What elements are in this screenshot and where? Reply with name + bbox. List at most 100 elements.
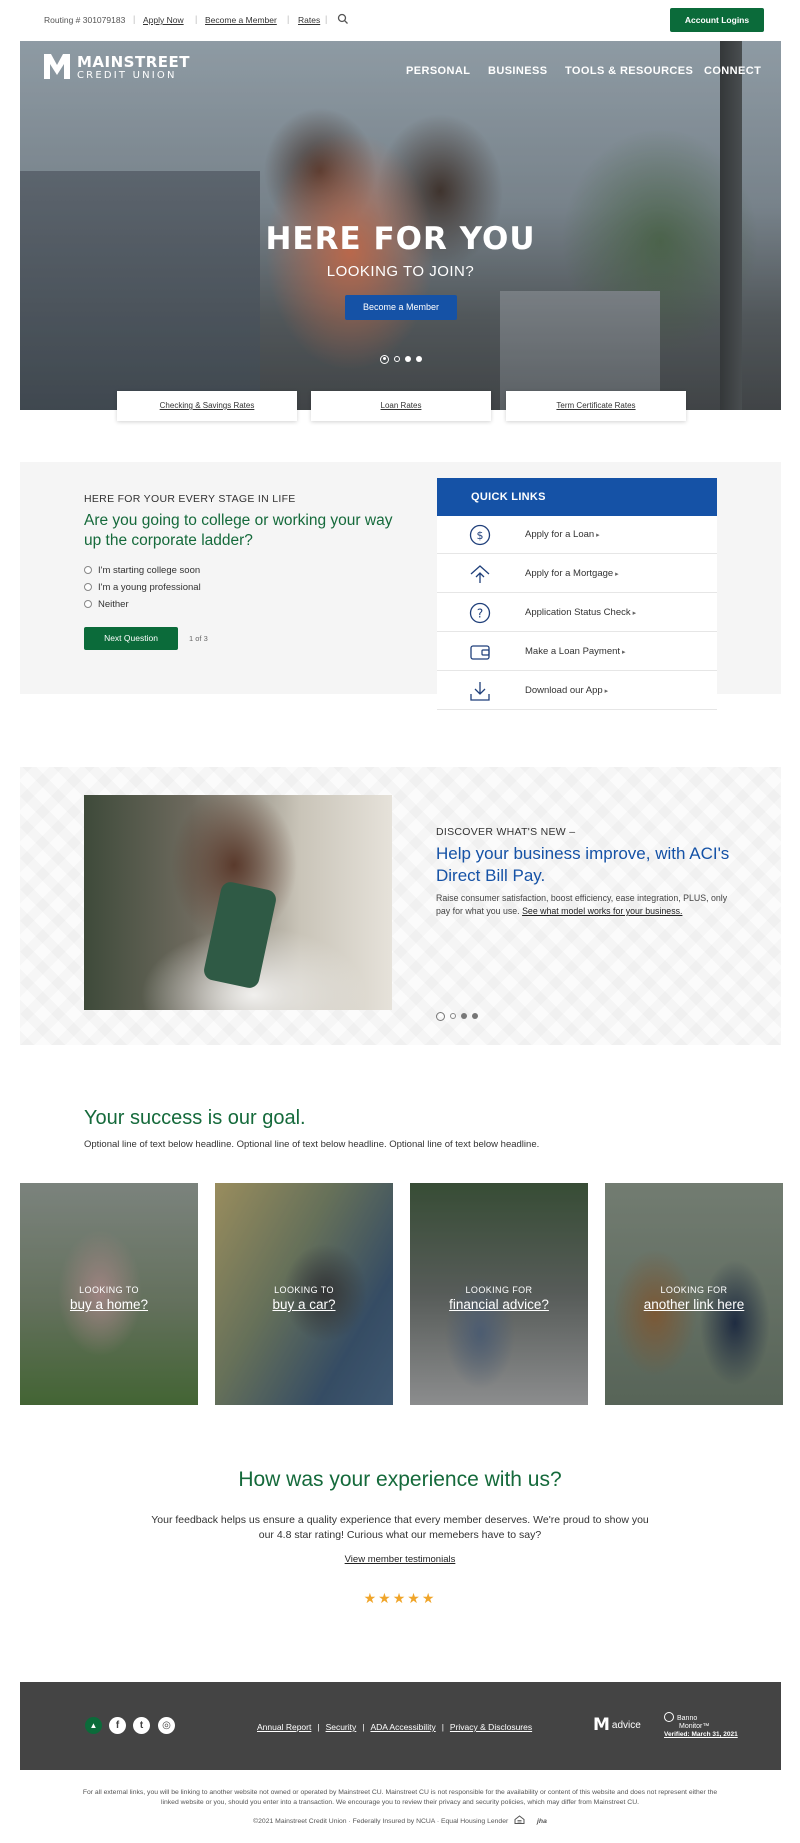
carousel-dot-3[interactable]: [461, 1013, 467, 1019]
woman-with-phone-photo: [84, 795, 392, 1010]
loan-rates-card[interactable]: Loan Rates: [311, 391, 491, 421]
tile-eyebrow: LOOKING TO: [79, 1285, 139, 1295]
quick-link-status-check[interactable]: ? Application Status Check: [437, 594, 717, 632]
discover-section: DISCOVER WHAT'S NEW – Help your business…: [20, 767, 781, 1045]
tile-link[interactable]: buy a car?: [215, 1297, 393, 1312]
footer-links: Annual Report | Security | ADA Accessibility…: [257, 1722, 532, 1732]
experience-body: Your feedback helps us ensure a quality …: [151, 1514, 649, 1541]
divider: |: [317, 1722, 320, 1732]
legal-text: ©2021 Mainstreet Credit Union · Federall…: [253, 1818, 509, 1825]
rates-link[interactable]: Rates: [298, 15, 320, 25]
quick-link-label: Application Status Check: [525, 607, 636, 618]
banno-monitor-badge[interactable]: Banno Monitor™ Verified: March 31, 2021: [664, 1712, 738, 1739]
quick-link-label: Apply for a Loan: [525, 529, 600, 540]
logo[interactable]: MAINSTREET CREDIT UNION: [42, 51, 192, 85]
quick-links-panel: QUICK LINKS $ Apply for a Loan Apply for…: [437, 478, 717, 710]
tile-buy-home[interactable]: LOOKING TO buy a home?: [20, 1183, 198, 1405]
discover-title: Help your business improve, with ACI's D…: [436, 844, 730, 885]
footer-bar: ▲ f t ◎ Annual Report | Security | ADA Acces…: [20, 1682, 781, 1770]
banno-shield-icon: [664, 1712, 674, 1722]
checking-savings-rates-card[interactable]: Checking & Savings Rates: [117, 391, 297, 421]
instagram-icon[interactable]: ◎: [158, 1717, 175, 1734]
carousel-dot-4[interactable]: [472, 1013, 478, 1019]
experience-title: How was your experience with us?: [238, 1468, 562, 1491]
banno-line2: Monitor™: [679, 1723, 710, 1730]
carousel-dot-4[interactable]: [416, 356, 422, 362]
equal-housing-icon: [514, 1815, 525, 1824]
privacy-disclosures-link[interactable]: Privacy & Disclosures: [450, 1722, 532, 1732]
apply-now-link[interactable]: Apply Now: [143, 15, 184, 25]
nav-tools-resources[interactable]: TOOLS & RESOURCES: [565, 65, 693, 77]
nav-connect[interactable]: CONNECT: [704, 65, 761, 77]
discover-eyebrow: DISCOVER WHAT'S NEW –: [436, 826, 576, 838]
rate-card-label[interactable]: Term Certificate Rates: [556, 401, 635, 410]
question-circle-icon: ?: [469, 602, 491, 624]
nav-business[interactable]: BUSINESS: [488, 65, 547, 77]
tile-eyebrow: LOOKING FOR: [465, 1285, 533, 1295]
quick-link-apply-loan[interactable]: $ Apply for a Loan: [437, 516, 717, 554]
phone-graphic: [202, 880, 278, 990]
twitter-icon[interactable]: t: [133, 1717, 150, 1734]
tile-link[interactable]: another link here: [605, 1297, 783, 1312]
discover-link[interactable]: See what model works for your business.: [522, 906, 682, 916]
quick-link-download-app[interactable]: Download our App: [437, 672, 717, 710]
carousel-dot-2[interactable]: [450, 1013, 456, 1019]
quick-link-label: Make a Loan Payment: [525, 646, 626, 657]
divider: |: [325, 14, 328, 24]
tile-eyebrow: LOOKING FOR: [660, 1285, 728, 1295]
quick-links-header: QUICK LINKS: [437, 478, 717, 516]
carousel-dot-2[interactable]: [394, 356, 400, 362]
dollar-circle-icon: $: [469, 524, 491, 546]
rate-card-label[interactable]: Loan Rates: [381, 401, 422, 410]
rate-card-label[interactable]: Checking & Savings Rates: [160, 401, 255, 410]
tile-link[interactable]: financial advice?: [410, 1297, 588, 1312]
hero-banner: MAINSTREET CREDIT UNION PERSONAL BUSINES…: [20, 41, 781, 410]
option-neither[interactable]: Neither: [84, 599, 129, 610]
tile-buy-car[interactable]: LOOKING TO buy a car?: [215, 1183, 393, 1405]
quick-link-apply-mortgage[interactable]: Apply for a Mortgage: [437, 555, 717, 593]
back-to-top-icon[interactable]: ▲: [85, 1717, 102, 1734]
next-question-button[interactable]: Next Question: [84, 627, 178, 650]
download-icon: [470, 682, 490, 701]
discover-body: Raise consumer satisfaction, boost effic…: [436, 892, 736, 918]
success-subtitle: Optional line of text below headline. Op…: [84, 1139, 540, 1150]
nav-personal[interactable]: PERSONAL: [406, 65, 470, 77]
tile-another-link[interactable]: LOOKING FOR another link here: [605, 1183, 783, 1405]
radio-button[interactable]: [84, 583, 92, 591]
testimonials-link[interactable]: View member testimonials: [0, 1554, 800, 1565]
term-certificate-rates-card[interactable]: Term Certificate Rates: [506, 391, 686, 421]
option-label: I'm a young professional: [98, 582, 201, 593]
success-title: Your success is our goal.: [84, 1107, 306, 1129]
option-label: Neither: [98, 599, 129, 610]
mainstreet-logo-icon: [44, 54, 70, 79]
wallet-icon: [470, 645, 490, 660]
radio-button[interactable]: [84, 566, 92, 574]
hero-subtitle: LOOKING TO JOIN?: [326, 263, 475, 280]
logo-subname: CREDIT UNION: [77, 70, 177, 81]
divider: |: [133, 14, 136, 24]
become-member-button[interactable]: Become a Member: [345, 295, 457, 320]
ada-accessibility-link[interactable]: ADA Accessibility: [371, 1722, 436, 1732]
annual-report-link[interactable]: Annual Report: [257, 1722, 311, 1732]
logo-name: MAINSTREET: [77, 53, 190, 71]
tile-financial-advice[interactable]: LOOKING FOR financial advice?: [410, 1183, 588, 1405]
option-college[interactable]: I'm starting college soon: [84, 565, 200, 576]
option-young-professional[interactable]: I'm a young professional: [84, 582, 201, 593]
carousel-dot-1[interactable]: [380, 354, 389, 364]
question-progress: 1 of 3: [189, 634, 208, 643]
become-member-link[interactable]: Become a Member: [205, 15, 277, 25]
facebook-icon[interactable]: f: [109, 1717, 126, 1734]
svg-text:?: ?: [477, 607, 483, 621]
hero-title: HERE FOR YOU: [265, 221, 536, 257]
account-logins-button[interactable]: Account Logins: [670, 8, 764, 32]
advice-logo[interactable]: Madvice: [593, 1715, 641, 1735]
banno-line1: Banno: [677, 1715, 698, 1722]
carousel-dot-3[interactable]: [405, 356, 411, 362]
security-link[interactable]: Security: [326, 1722, 357, 1732]
tile-link[interactable]: buy a home?: [20, 1297, 198, 1312]
radio-button[interactable]: [84, 600, 92, 608]
quick-link-loan-payment[interactable]: Make a Loan Payment: [437, 633, 717, 671]
carousel-dot-1[interactable]: [436, 1011, 445, 1021]
search-icon[interactable]: [337, 13, 349, 25]
divider: |: [195, 14, 198, 24]
